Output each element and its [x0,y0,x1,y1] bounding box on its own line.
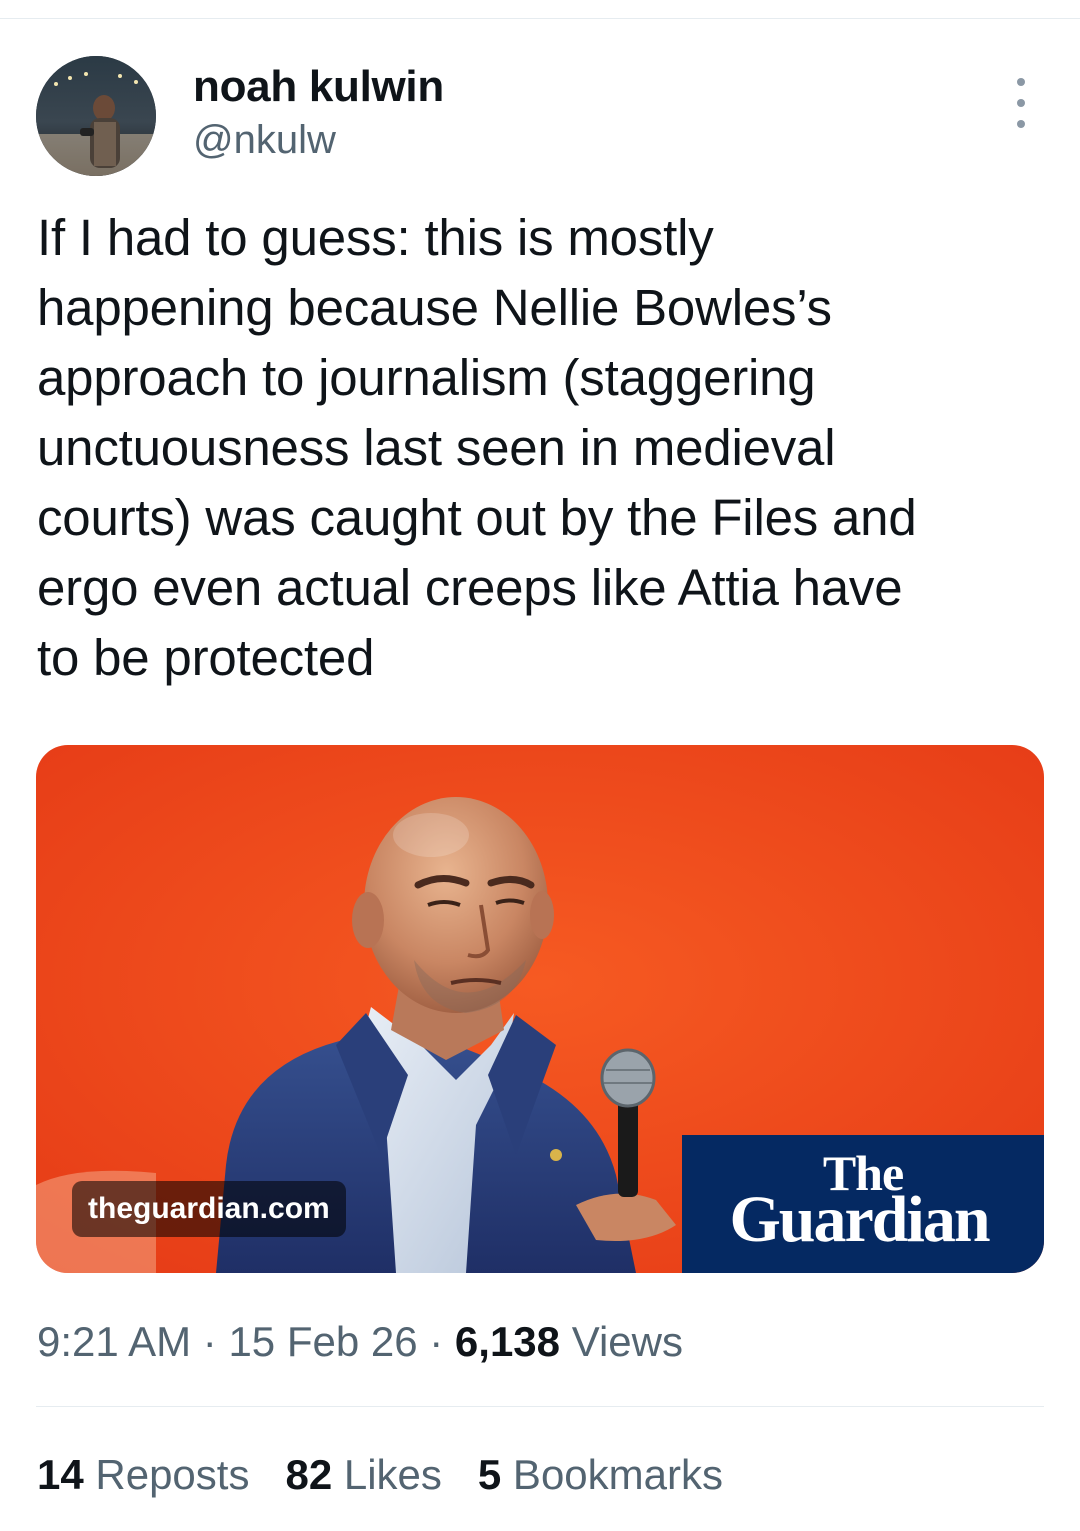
tweet-text-line: If I had to guess: this is mostly [37,209,714,266]
meta-separator: · [191,1318,229,1365]
avatar[interactable] [36,56,156,176]
views-count: 6,138 [454,1318,561,1365]
tweet-time[interactable]: 9:21 AM [37,1318,191,1365]
guardian-logo: The Guardian [682,1135,1044,1273]
tweet-text-line: courts) was caught out by the Files and [37,489,917,546]
likes-count: 82 [285,1451,333,1498]
bookmarks-count: 5 [477,1451,502,1498]
tweet-text-line: approach to journalism (staggering [37,349,816,406]
link-preview-card[interactable]: theguardian.com The Guardian [36,745,1044,1273]
logo-guardian: Guardian [729,1183,990,1256]
reposts-count: 14 [37,1451,84,1498]
tweet-text-line: unctuousness last seen in medieval [37,419,836,476]
engagement-stats: 14 Reposts 82 Likes 5 Bookmarks [37,1451,759,1499]
likes-stat[interactable]: 82 Likes [285,1451,441,1499]
more-vertical-icon[interactable] [1004,78,1038,128]
views-label: Views [560,1318,683,1365]
tweet-date[interactable]: 15 Feb 26 [228,1318,417,1365]
tweet-meta: 9:21 AM · 15 Feb 26 · 6,138 Views [37,1318,683,1366]
tweet-text-line: ergo even actual creeps like Attia have [37,559,903,616]
meta-separator: · [417,1318,455,1365]
reposts-stat[interactable]: 14 Reposts [37,1451,249,1499]
stats-divider [36,1406,1044,1407]
likes-label: Likes [332,1451,442,1498]
tweet-text: If I had to guess: this is mostly happen… [37,203,1047,693]
top-divider [0,18,1080,19]
bookmarks-label: Bookmarks [501,1451,723,1498]
bookmarks-stat[interactable]: 5 Bookmarks [478,1451,723,1499]
tweet-text-line: happening because Nellie Bowles’s [37,279,832,336]
display-name[interactable]: noah kulwin [193,62,444,112]
reposts-label: Reposts [83,1451,250,1498]
link-domain-label: theguardian.com [72,1181,346,1237]
tweet-text-line: to be protected [37,629,375,686]
user-handle[interactable]: @nkulw [193,118,336,163]
